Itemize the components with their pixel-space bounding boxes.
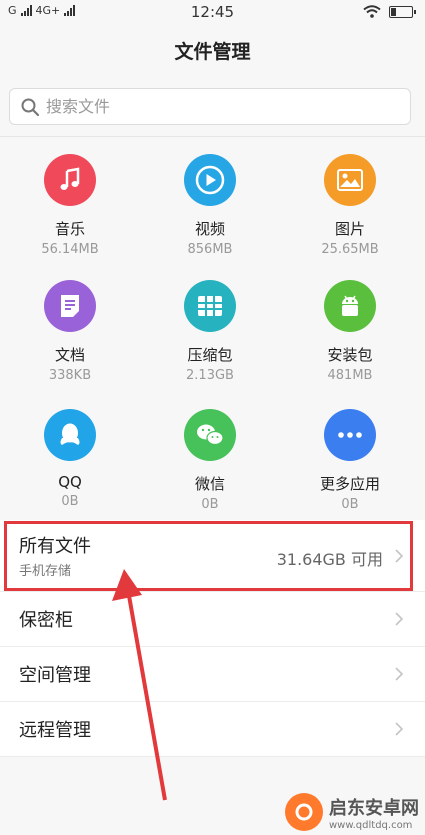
watermark: 启东安卓网 www.qdltdq.com: [285, 793, 419, 831]
chevron-right-icon: [395, 722, 404, 736]
category-video[interactable]: 视频 856MB: [140, 154, 280, 257]
category-label: 音乐: [54, 220, 85, 238]
video-play-icon: [184, 154, 236, 206]
more-dots-icon: [324, 409, 376, 461]
search-icon: [21, 98, 40, 116]
category-size: 0B: [341, 497, 359, 512]
category-packages[interactable]: 安装包 481MB: [280, 280, 420, 383]
category-label: 文档: [54, 346, 85, 364]
category-size: 856MB: [187, 242, 233, 257]
category-label: QQ: [58, 473, 82, 491]
category-label: 微信: [194, 475, 225, 493]
free-space-text: 31.64GB 可用: [276, 550, 383, 569]
android-icon: [324, 280, 376, 332]
wechat-icon: [184, 409, 236, 461]
vault-row[interactable]: 保密柜: [0, 592, 425, 647]
storage-list: 所有文件 手机存储 31.64GB 可用 保密柜 空间管理 远程管理: [0, 520, 425, 757]
chevron-right-icon: [395, 667, 404, 681]
category-pictures[interactable]: 图片 25.65MB: [280, 154, 420, 257]
space-management-row[interactable]: 空间管理: [0, 647, 425, 702]
archive-icon: [184, 280, 236, 332]
chevron-right-icon: [395, 548, 404, 563]
search-bar[interactable]: [9, 88, 411, 125]
battery-icon: [389, 5, 416, 18]
category-music[interactable]: 音乐 56.14MB: [0, 154, 140, 257]
category-label: 图片: [334, 220, 365, 238]
picture-icon: [324, 154, 376, 206]
row-label: 空间管理: [19, 665, 91, 686]
qq-icon: [44, 409, 96, 461]
category-label: 视频: [194, 220, 225, 238]
category-size: 25.65MB: [321, 242, 379, 257]
music-icon: [44, 154, 96, 206]
category-size: 0B: [61, 494, 79, 509]
document-icon: [44, 280, 96, 332]
chevron-right-icon: [395, 612, 404, 626]
category-documents[interactable]: 文档 338KB: [0, 280, 140, 383]
remote-management-row[interactable]: 远程管理: [0, 702, 425, 757]
category-grid: 音乐 56.14MB 视频 856MB 图片 25.65MB 文档 338KB …: [0, 137, 425, 520]
wifi-icon: [363, 5, 381, 18]
all-files-label: 所有文件: [19, 536, 91, 557]
category-size: 56.14MB: [41, 242, 99, 257]
category-size: 0B: [201, 497, 219, 512]
clock: 12:45: [190, 3, 235, 21]
category-size: 338KB: [48, 368, 92, 383]
category-wechat[interactable]: 微信 0B: [140, 409, 280, 512]
status-bar: G 4G+ 12:45: [0, 0, 425, 26]
category-more-apps[interactable]: 更多应用 0B: [280, 409, 420, 512]
row-label: 远程管理: [19, 720, 91, 741]
category-label: 安装包: [327, 346, 373, 364]
page-title: 文件管理: [174, 41, 251, 63]
row-label: 保密柜: [19, 610, 73, 631]
category-archives[interactable]: 压缩包 2.13GB: [140, 280, 280, 383]
category-label: 更多应用: [319, 475, 380, 493]
all-files-row[interactable]: 所有文件 手机存储 31.64GB 可用: [0, 520, 425, 592]
category-size: 481MB: [327, 368, 373, 383]
all-files-sublabel: 手机存储: [19, 564, 72, 579]
watermark-name: 启东安卓网: [329, 797, 419, 819]
category-size: 2.13GB: [186, 368, 234, 383]
watermark-url: www.qdltdq.com: [329, 819, 413, 831]
search-input[interactable]: [46, 97, 386, 116]
watermark-logo-icon: [285, 793, 323, 831]
category-qq[interactable]: QQ 0B: [0, 409, 140, 509]
category-label: 压缩包: [187, 346, 233, 364]
